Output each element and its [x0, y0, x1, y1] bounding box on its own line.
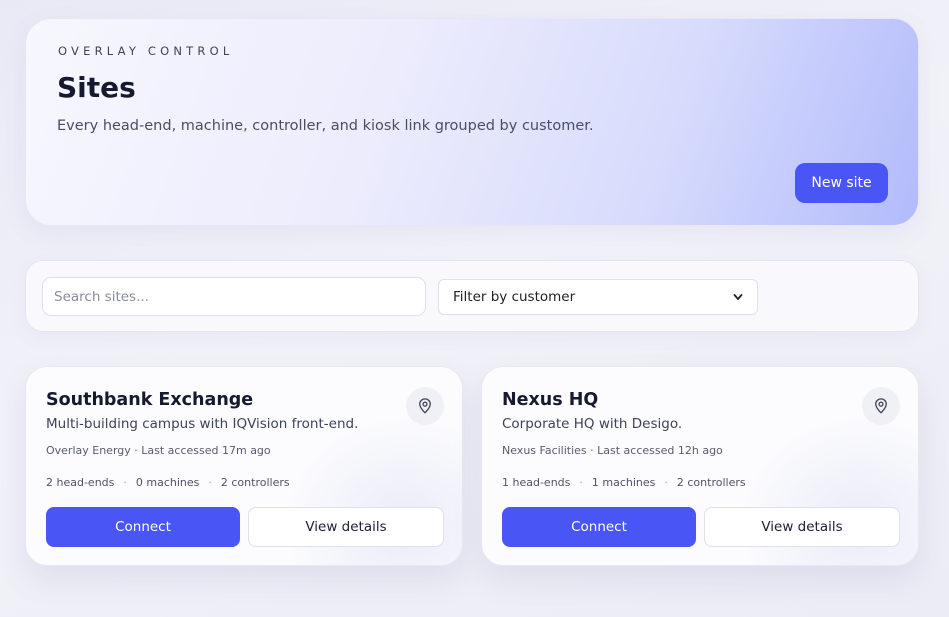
site-stats: 1 head-ends · 1 machines · 2 controllers	[502, 476, 746, 489]
separator-dot: ·	[579, 476, 583, 489]
head-ends-count: 2 head-ends	[46, 476, 115, 489]
map-pin-icon	[419, 398, 431, 414]
customer-filter-value: Filter by customer	[453, 289, 576, 305]
site-meta: Overlay Energy · Last accessed 17m ago	[46, 444, 271, 457]
machines-count: 1 machines	[591, 476, 656, 489]
site-name: Southbank Exchange	[46, 390, 254, 410]
map-pin-button[interactable]	[406, 387, 444, 425]
site-card: Nexus HQ Corporate HQ with Desigo. Nexus…	[481, 366, 919, 566]
customer-filter-select[interactable]: Filter by customer	[438, 279, 758, 315]
site-stats: 2 head-ends · 0 machines · 2 controllers	[46, 476, 290, 489]
separator-dot: ·	[664, 476, 668, 489]
new-site-button[interactable]: New site	[795, 163, 888, 203]
site-name: Nexus HQ	[502, 390, 599, 410]
site-description: Multi-building campus with IQVision fron…	[46, 416, 359, 432]
filter-bar: Filter by customer	[25, 260, 919, 332]
head-ends-count: 1 head-ends	[502, 476, 571, 489]
separator-dot: ·	[123, 476, 127, 489]
site-description: Corporate HQ with Desigo.	[502, 416, 683, 432]
map-pin-button[interactable]	[862, 387, 900, 425]
machines-count: 0 machines	[135, 476, 200, 489]
chevron-down-icon	[733, 294, 743, 300]
controllers-count: 2 controllers	[220, 476, 290, 489]
controllers-count: 2 controllers	[676, 476, 746, 489]
page-title: Sites	[57, 71, 136, 104]
connect-button[interactable]: Connect	[46, 507, 240, 547]
search-input[interactable]	[42, 277, 426, 316]
connect-button[interactable]: Connect	[502, 507, 696, 547]
site-card: Southbank Exchange Multi-building campus…	[25, 366, 463, 566]
page-header: OVERLAY CONTROL Sites Every head-end, ma…	[25, 18, 919, 226]
site-meta: Nexus Facilities · Last accessed 12h ago	[502, 444, 723, 457]
map-pin-icon	[875, 398, 887, 414]
eyebrow-label: OVERLAY CONTROL	[58, 44, 234, 58]
view-details-button[interactable]: View details	[704, 507, 900, 547]
view-details-button[interactable]: View details	[248, 507, 444, 547]
page-subtitle: Every head-end, machine, controller, and…	[57, 118, 594, 134]
separator-dot: ·	[208, 476, 212, 489]
